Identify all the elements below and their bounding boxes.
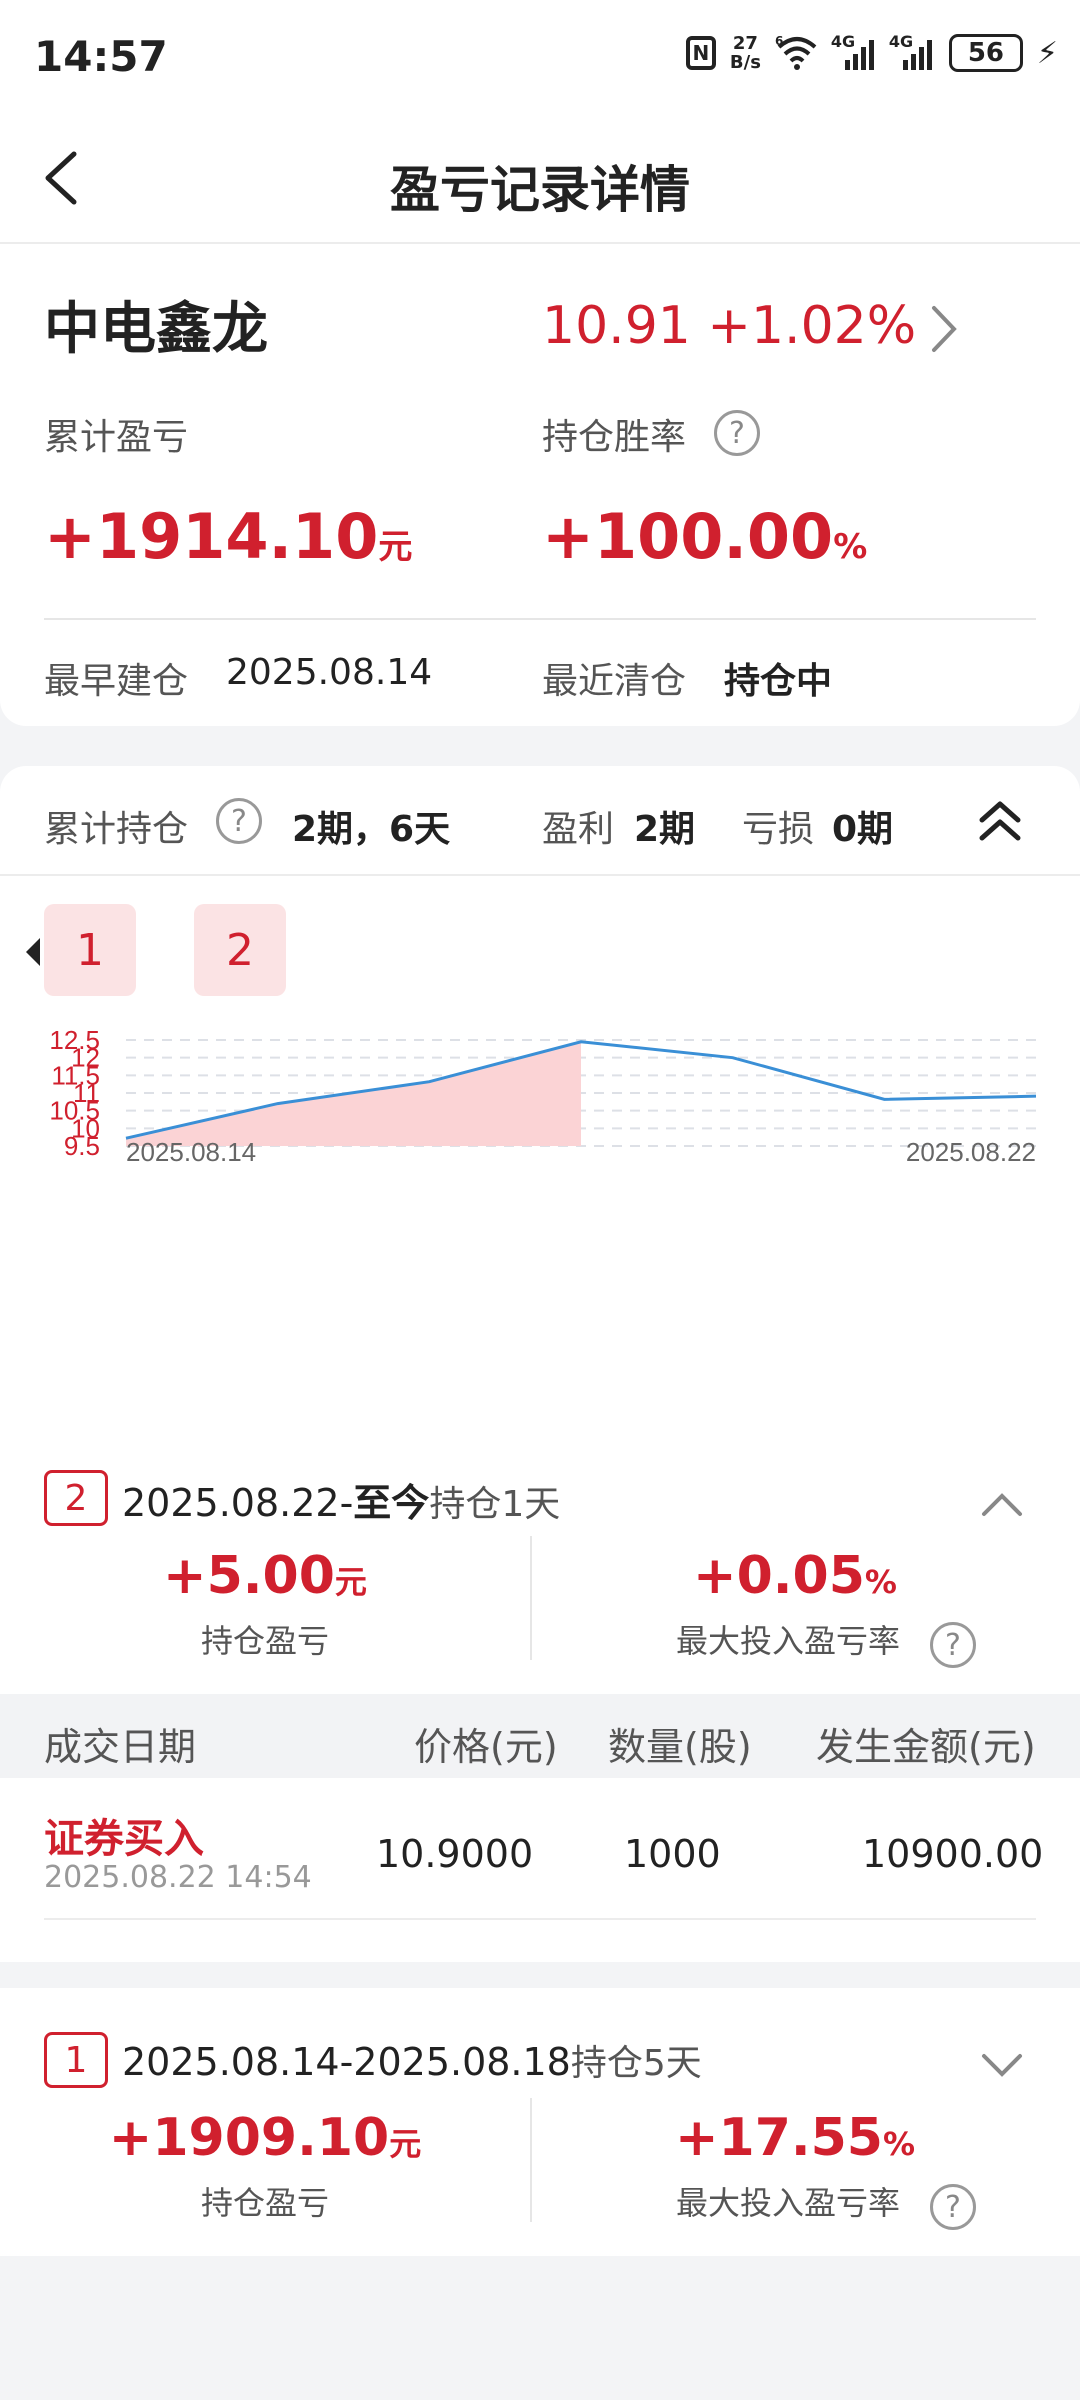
last-close-label: 最近清仓 — [542, 661, 687, 702]
nfc-icon: N — [685, 36, 716, 70]
scroll-left-arrow-icon[interactable] — [26, 938, 40, 966]
hold-label: 累计持仓 — [44, 809, 189, 850]
network-type-label-1: 4G — [830, 32, 856, 51]
stock-name: 中电鑫龙 — [44, 297, 268, 362]
trade-price: 10.9000 — [376, 1832, 534, 1876]
status-bar: 14:57 N 27 B/s 6 4G 4G 56 ⚡ — [0, 0, 1080, 110]
period-rate-value: +17.55% — [530, 2108, 1060, 2168]
status-icons: N 27 B/s 6 4G 4G 56 ⚡ — [685, 32, 1058, 72]
chevron-up-icon[interactable] — [980, 1488, 1024, 1518]
win-rate-value: +100.00% — [542, 500, 867, 573]
period-tab-2[interactable]: 2 — [194, 904, 286, 996]
trade-datetime: 2025.08.22 14:54 — [44, 1860, 312, 1895]
holding-summary: 累计持仓 ? 2期，6天 盈利 2期 亏损 0期 — [0, 766, 1080, 876]
collapse-double-chevron-icon[interactable] — [976, 798, 1024, 846]
wifi-standard-label: 6 — [775, 35, 783, 48]
col-quantity: 数量(股) — [608, 1725, 752, 1769]
period-rate-number: +0.05 — [693, 1546, 865, 1606]
wifi-icon: 6 — [775, 35, 817, 70]
period-range-text: 2025.08.14-2025.08.18 — [122, 2040, 571, 2084]
col-amount: 发生金额(元) — [816, 1725, 1036, 1769]
signal-icon-1: 4G — [831, 32, 877, 70]
period-rate-value: +0.05% — [530, 1546, 1060, 1606]
period-pnl-label: 持仓盈亏 — [200, 2184, 329, 2222]
cum-pnl-unit: 元 — [378, 527, 413, 567]
period-rate-unit: % — [883, 2125, 916, 2163]
col-price: 价格(元) — [414, 1725, 558, 1769]
help-icon[interactable]: ? — [930, 2184, 976, 2230]
period-pnl-number: +1909.10 — [108, 2108, 390, 2168]
period-range-end: 至今 — [353, 1481, 430, 1525]
signal-icon-2: 4G — [889, 32, 935, 70]
x-tick-label: 2025.08.14 — [126, 1137, 256, 1166]
cum-pnl-value: +1914.10元 — [44, 500, 412, 573]
charging-icon: ⚡ — [1036, 35, 1058, 71]
profit-label: 盈利 — [542, 809, 615, 850]
period-range: 2025.08.14-2025.08.18持仓5天 — [122, 2034, 702, 2086]
x-tick-label: 2025.08.22 — [906, 1137, 1036, 1166]
page-bottom-background — [0, 2256, 1080, 2400]
period-rate-label: 最大投入盈亏率 — [676, 2184, 901, 2222]
period-pnl-value: +1909.10元 — [0, 2108, 530, 2168]
period-badge: 1 — [44, 2032, 108, 2088]
table-row[interactable]: 证券买入 2025.08.22 14:54 10.9000 1000 10900… — [0, 1778, 1080, 1920]
period-rate-number: +17.55 — [674, 2108, 883, 2168]
help-icon[interactable]: ? — [216, 798, 262, 844]
win-rate-label: 持仓胜率 — [542, 417, 687, 458]
status-time: 14:57 — [34, 32, 168, 81]
stock-price-change[interactable]: 10.91 +1.02% — [542, 296, 916, 356]
loss-value: 0期 — [832, 809, 894, 850]
first-open-label: 最早建仓 — [44, 661, 189, 702]
first-open-value: 2025.08.14 — [226, 652, 433, 693]
period-pnl-label: 持仓盈亏 — [200, 1622, 329, 1660]
row-divider — [44, 1918, 1036, 1920]
period-pnl-unit: 元 — [389, 2125, 422, 2163]
period-range-start: 2025.08.22- — [122, 1481, 354, 1525]
battery-level: 56 — [967, 38, 1005, 68]
period-rate-label: 最大投入盈亏率 — [676, 1622, 901, 1660]
period-tab-1[interactable]: 1 — [44, 904, 136, 996]
col-trade-date: 成交日期 — [44, 1725, 197, 1769]
last-close-value: 持仓中 — [724, 661, 833, 702]
network-type-label-2: 4G — [888, 32, 914, 51]
network-speed-unit: B/s — [729, 52, 761, 73]
chevron-down-icon[interactable] — [980, 2050, 1024, 2080]
network-speed: 27 B/s — [730, 34, 761, 72]
periods-card: 累计持仓 ? 2期，6天 盈利 2期 亏损 0期 1 2 12.5 12 11.5 1… — [0, 766, 1080, 1962]
trade-quantity: 1000 — [624, 1832, 721, 1876]
trade-type: 证券买入 — [44, 1816, 204, 1862]
loss-label: 亏损 — [742, 809, 815, 850]
battery-icon: 56 — [948, 34, 1023, 72]
y-tick-label: 9.5 — [64, 1131, 100, 1161]
trade-amount: 10900.00 — [862, 1832, 1044, 1876]
win-rate-unit: % — [833, 527, 868, 567]
price-chart: 12.51211.51110.5109.5 2025.08.14 2025.08.2… — [49, 1025, 1037, 1166]
help-icon[interactable]: ? — [930, 1622, 976, 1668]
trades-table-header: 成交日期 价格(元) 数量(股) 发生金额(元) — [0, 1694, 1080, 1778]
help-icon[interactable]: ? — [714, 410, 760, 456]
hold-value: 2期，6天 — [292, 809, 451, 850]
profit-value: 2期 — [634, 809, 696, 850]
cum-pnl-label: 累计盈亏 — [44, 417, 189, 458]
period-pnl-value: +5.00元 — [0, 1546, 530, 1606]
period-1-section: 1 2025.08.14-2025.08.18持仓5天 +1909.10元 持仓… — [0, 1988, 1080, 2256]
divider — [44, 618, 1036, 620]
app-header: 盈亏记录详情 — [0, 110, 1080, 244]
period-hold-days: 持仓5天 — [570, 2043, 702, 2084]
win-rate-number: +100.00 — [542, 500, 834, 573]
network-speed-value: 27 — [732, 33, 758, 54]
period-hold-days: 持仓1天 — [429, 1484, 561, 1525]
stock-overview-card: 中电鑫龙 10.91 +1.02% 累计盈亏 持仓胜率 ? +1914.10元 … — [0, 244, 1080, 726]
period-pnl-unit: 元 — [334, 1563, 367, 1601]
cum-pnl-number: +1914.10 — [44, 500, 379, 573]
chevron-right-icon[interactable] — [926, 302, 962, 356]
period-rate-unit: % — [864, 1563, 897, 1601]
period-range: 2025.08.22-至今持仓1天 — [122, 1472, 560, 1527]
period-badge: 2 — [44, 1470, 108, 1526]
page-title: 盈亏记录详情 — [390, 161, 690, 219]
period-pnl-number: +5.00 — [163, 1546, 335, 1606]
